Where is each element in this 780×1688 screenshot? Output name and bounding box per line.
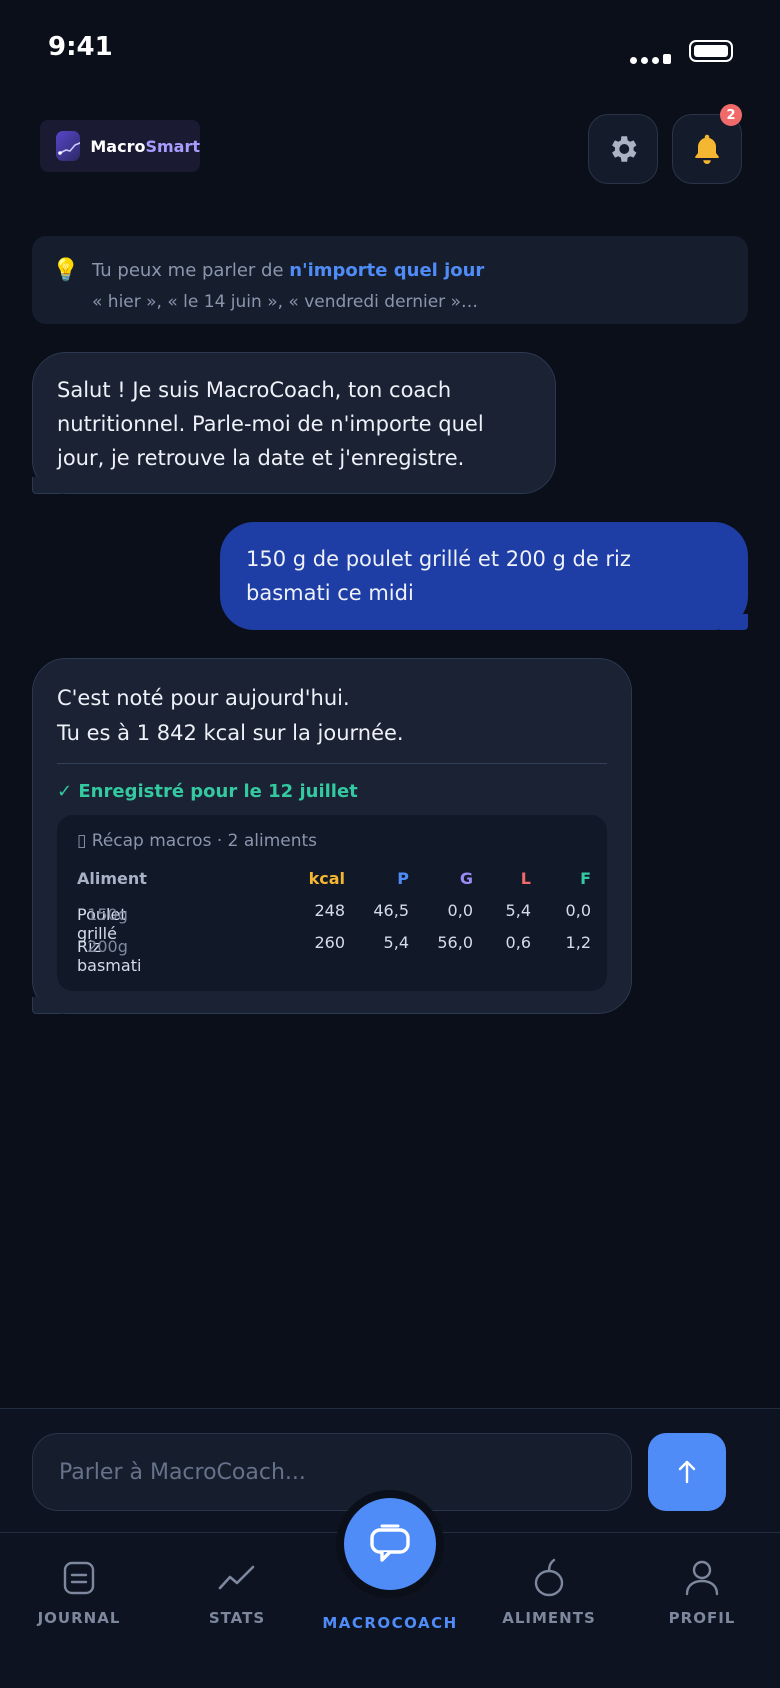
brand-name: MacroSmart [90,137,200,156]
table-row: Poulet grillé 150g 248 46,5 0,0 5,4 0,0 [77,897,591,943]
cell-fat: 0,6 [505,933,531,952]
apple-icon [489,1553,609,1603]
notification-count-badge: 2 [720,104,742,126]
nav-label: JOURNAL [37,1609,121,1627]
tip-examples: « hier », « le 14 juin », « vendredi der… [92,292,478,312]
col-header-carbs: G [459,869,473,888]
user-message: 150 g de poulet grillé et 200 g de riz b… [220,522,748,630]
lightbulb-icon: 💡 [52,258,80,283]
macrocoach-fab[interactable] [344,1498,436,1590]
tip-prefix: Tu peux me parler de [92,260,290,281]
message-line-2: Tu es à 1 842 kcal sur la journée. [57,721,404,745]
message-text: Salut ! Je suis MacroCoach, ton coach nu… [57,378,484,470]
cell-fiber: 1,2 [565,933,591,952]
cell-fat: 5,4 [505,901,531,920]
message-text: 150 g de poulet grillé et 200 g de riz b… [246,547,631,605]
col-header-fat: L [520,869,531,888]
col-header-protein: P [397,869,409,888]
message-line-1: C'est noté pour aujourd'hui. [57,686,350,710]
settings-button[interactable] [588,114,658,184]
table-header-row: Aliment kcal P G L F [77,865,591,897]
date-tip-banner: 💡 Tu peux me parler de n'importe quel jo… [32,236,748,324]
tip-text: Tu peux me parler de n'importe quel jour [92,260,484,281]
macro-recap-card: ▯ Récap macros · 2 aliments Aliment kcal… [57,815,607,991]
saved-label: Enregistré pour le 12 juillet [78,781,358,802]
arrow-up-icon [678,1460,696,1484]
trend-icon [177,1553,297,1603]
nav-label: PROFIL [668,1609,736,1627]
message-input[interactable] [32,1433,632,1511]
status-bar: 9:41 [0,0,780,100]
nav-label: ALIMENTS [502,1609,596,1627]
chat-bubble-icon [370,1524,410,1562]
bot-message-welcome: Salut ! Je suis MacroCoach, ton coach nu… [32,352,556,494]
col-header-aliment: Aliment [77,869,147,888]
cell-kcal: 248 [314,901,345,920]
gear-icon [612,136,637,162]
cell-carbs: 0,0 [447,901,473,920]
nav-item-journal[interactable]: JOURNAL [19,1553,139,1627]
divider [57,763,607,764]
col-header-kcal: kcal [308,869,345,888]
user-icon [642,1553,762,1603]
brand-name-part1: Macro [90,136,146,156]
nav-item-profil[interactable]: PROFIL [642,1553,762,1627]
macro-table: Aliment kcal P G L F Poulet grillé 150g … [77,865,591,975]
food-weight: 200g [87,937,128,956]
journal-icon [19,1553,139,1603]
tip-highlight: n'importe quel jour [289,260,485,281]
clipboard-icon: ▯ [77,831,87,851]
nav-item-aliments[interactable]: ALIMENTS [489,1553,609,1627]
table-row: Riz basmati 200g 260 5,4 56,0 0,6 1,2 [77,929,591,975]
brand-logo-badge: MacroSmart [40,120,200,172]
cell-fiber: 0,0 [565,901,591,920]
food-name: Riz basmati 200g [77,933,141,975]
nav-label: STATS [208,1609,266,1627]
status-time: 9:41 [48,32,113,62]
cell-carbs: 56,0 [437,933,473,952]
battery-icon [689,40,733,62]
signal-icon [630,54,671,64]
bell-icon [695,134,719,164]
nav-label-macrocoach: MACROCOACH [322,1614,458,1632]
chart-logo-icon [56,131,81,161]
bot-message-confirmation: C'est noté pour aujourd'hui. Tu es à 1 8… [32,658,632,1014]
nav-item-stats[interactable]: STATS [177,1553,297,1627]
food-weight: 150g [87,905,128,924]
food-name: Poulet grillé 150g [77,901,128,943]
col-header-fiber: F [580,869,591,888]
saved-confirmation: ✓ Enregistré pour le 12 juillet [57,781,358,802]
cell-protein: 46,5 [373,901,409,920]
check-icon: ✓ [57,781,73,802]
brand-name-part2: Smart [145,136,200,156]
cell-kcal: 260 [314,933,345,952]
recap-title: ▯ Récap macros · 2 aliments [77,831,587,851]
nav-item-macrocoach[interactable] [336,1490,444,1598]
recap-title-text: Récap macros · 2 aliments [91,831,318,851]
send-button[interactable] [648,1433,726,1511]
cell-protein: 5,4 [383,933,409,952]
